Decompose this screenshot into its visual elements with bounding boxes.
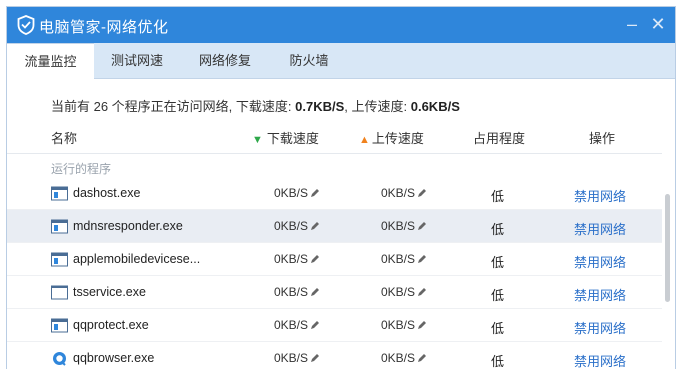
blank-window-icon <box>51 285 68 300</box>
column-header-name[interactable]: 名称 <box>51 128 77 148</box>
summary-middle: , 上传速度: <box>344 99 411 114</box>
usage-level: 低 <box>491 354 505 369</box>
download-speed: 0KB/S <box>274 351 320 365</box>
pencil-icon[interactable] <box>310 188 320 198</box>
summary-download-speed: 0.7KB/S <box>295 99 345 114</box>
usage-level: 低 <box>491 321 505 336</box>
tab-bar: 流量监控 测试网速 网络修复 防火墙 <box>7 43 675 80</box>
pencil-icon[interactable] <box>417 188 427 198</box>
app-window-icon <box>51 318 68 333</box>
tab-speed-test[interactable]: 测试网速 <box>94 43 180 79</box>
usage-level: 低 <box>491 288 505 303</box>
app-window-icon <box>51 252 68 267</box>
program-name: qqbrowser.exe <box>73 351 155 365</box>
upload-speed: 0KB/S <box>381 219 427 233</box>
summary-prefix: 当前有 26 个程序正在访问网络, 下载速度: <box>51 99 296 114</box>
usage-level: 低 <box>491 189 505 204</box>
usage-level: 低 <box>491 222 505 237</box>
column-header-upload-label: 上传速度 <box>371 131 424 146</box>
window-title: 电脑管家-网络优化 <box>39 19 169 36</box>
table-row[interactable]: dashost.exe 0KB/S 0KB/S 低 禁用网络 <box>7 177 662 210</box>
upload-speed: 0KB/S <box>381 318 427 332</box>
usage-level: 低 <box>491 255 505 270</box>
upload-arrow-icon: ▲ <box>359 134 370 146</box>
pencil-icon[interactable] <box>417 320 427 330</box>
pencil-icon[interactable] <box>417 221 427 231</box>
program-name: dashost.exe <box>73 186 141 200</box>
column-header-download[interactable]: ▼ 下载速度 <box>252 128 319 148</box>
disable-network-link[interactable]: 禁用网络 <box>574 186 626 205</box>
disable-network-link[interactable]: 禁用网络 <box>574 219 626 238</box>
pencil-icon[interactable] <box>310 320 320 330</box>
shield-icon <box>17 15 35 35</box>
program-name: tsservice.exe <box>73 285 146 299</box>
upload-speed-value: 0KB/S <box>381 318 416 332</box>
pencil-icon[interactable] <box>310 254 320 264</box>
disable-network-link[interactable]: 禁用网络 <box>574 318 626 337</box>
pencil-icon[interactable] <box>310 353 320 363</box>
upload-speed: 0KB/S <box>381 186 427 200</box>
pencil-icon[interactable] <box>310 287 320 297</box>
download-speed: 0KB/S <box>274 252 320 266</box>
download-speed-value: 0KB/S <box>274 252 309 266</box>
disable-network-link[interactable]: 禁用网络 <box>574 285 626 304</box>
download-speed: 0KB/S <box>274 318 320 332</box>
network-optimizer-window: 电脑管家-网络优化 – ✕ 流量监控 测试网速 网络修复 防火墙 当前有 26 … <box>6 6 676 369</box>
upload-speed-value: 0KB/S <box>381 285 416 299</box>
download-speed-value: 0KB/S <box>274 186 309 200</box>
download-speed: 0KB/S <box>274 219 320 233</box>
pencil-icon[interactable] <box>417 287 427 297</box>
column-header-download-label: 下载速度 <box>266 131 319 146</box>
program-name: applemobiledevicese... <box>73 252 201 266</box>
pencil-icon[interactable] <box>417 254 427 264</box>
table-row[interactable]: tsservice.exe 0KB/S 0KB/S 低 禁用网络 <box>7 276 662 309</box>
column-header-upload[interactable]: ▲ 上传速度 <box>359 128 424 148</box>
table-row[interactable]: qqprotect.exe 0KB/S 0KB/S 低 禁用网络 <box>7 309 662 342</box>
summary-upload-speed: 0.6KB/S <box>410 99 460 114</box>
upload-speed: 0KB/S <box>381 252 427 266</box>
upload-speed-value: 0KB/S <box>381 351 416 365</box>
upload-speed-value: 0KB/S <box>381 252 416 266</box>
column-header-usage[interactable]: 占用程度 <box>473 128 525 148</box>
tab-firewall[interactable]: 防火墙 <box>270 43 348 79</box>
table-row[interactable]: qqbrowser.exe 0KB/S 0KB/S 低 禁用网络 <box>7 342 662 369</box>
vertical-scrollbar[interactable] <box>665 194 670 302</box>
upload-speed-value: 0KB/S <box>381 186 416 200</box>
disable-network-link[interactable]: 禁用网络 <box>574 252 626 271</box>
header-divider <box>7 153 662 154</box>
tab-network-repair[interactable]: 网络修复 <box>180 43 270 79</box>
download-speed-value: 0KB/S <box>274 285 309 299</box>
program-name: qqprotect.exe <box>73 318 149 332</box>
title-bar[interactable]: 电脑管家-网络优化 – ✕ <box>7 7 675 43</box>
app-window-icon <box>51 186 68 201</box>
close-icon[interactable]: ✕ <box>647 13 669 35</box>
qq-browser-icon <box>53 352 66 366</box>
tab-traffic-monitor[interactable]: 流量监控 <box>7 43 94 80</box>
upload-speed: 0KB/S <box>381 351 427 365</box>
disable-network-link[interactable]: 禁用网络 <box>574 351 626 369</box>
pencil-icon[interactable] <box>417 353 427 363</box>
download-speed-value: 0KB/S <box>274 219 309 233</box>
upload-speed: 0KB/S <box>381 285 427 299</box>
group-label-running: 运行的程序 <box>51 162 112 176</box>
download-arrow-icon: ▼ <box>252 134 263 146</box>
table-row[interactable]: mdnsresponder.exe 0KB/S 0KB/S 低 禁用网络 <box>7 210 662 243</box>
table-row[interactable]: applemobiledevicese... 0KB/S 0KB/S 低 禁用网… <box>7 243 662 276</box>
column-header-action: 操作 <box>589 131 616 146</box>
program-name: mdnsresponder.exe <box>73 219 183 233</box>
pencil-icon[interactable] <box>310 221 320 231</box>
traffic-summary: 当前有 26 个程序正在访问网络, 下载速度: 0.7KB/S, 上传速度: 0… <box>51 96 460 115</box>
download-speed: 0KB/S <box>274 186 320 200</box>
download-speed-value: 0KB/S <box>274 318 309 332</box>
minimize-icon[interactable]: – <box>621 13 643 35</box>
download-speed-value: 0KB/S <box>274 351 309 365</box>
app-window-icon <box>51 219 68 234</box>
download-speed: 0KB/S <box>274 285 320 299</box>
upload-speed-value: 0KB/S <box>381 219 416 233</box>
